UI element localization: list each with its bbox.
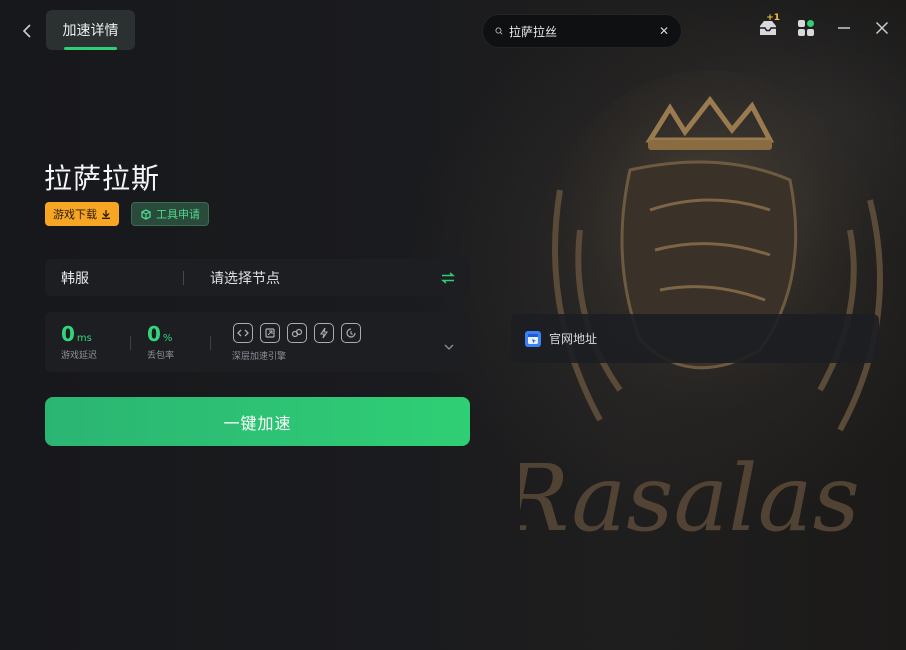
stats-panel: 0 ms 游戏延迟 0% 丢包率 深层加速引擎 — [45, 312, 470, 372]
search-box[interactable]: ✕ — [482, 14, 682, 48]
engine-label: 深层加速引擎 — [232, 352, 287, 362]
region-select[interactable]: 韩服 — [45, 268, 183, 288]
latency-value: 0 — [61, 322, 75, 346]
inbox-badge: +1 — [766, 13, 780, 23]
close-button[interactable] — [872, 18, 892, 38]
watermark-text: Rasalas — [520, 445, 860, 552]
tool-label: 工具申请 — [156, 208, 200, 221]
chevron-down-icon — [444, 344, 454, 350]
expand-button[interactable] — [444, 336, 454, 355]
link-icon[interactable] — [233, 323, 253, 343]
close-icon[interactable]: ✕ — [659, 24, 669, 38]
packet-loss-unit: % — [162, 333, 173, 344]
back-button[interactable] — [18, 20, 36, 42]
apps-button[interactable] — [796, 18, 816, 38]
tab-accel-details[interactable]: 加速详情 — [46, 10, 135, 50]
game-download-button[interactable]: 游戏下载 — [45, 202, 119, 226]
toolbox-icon — [141, 209, 151, 220]
latency-unit: ms — [76, 333, 92, 344]
official-site-label: 官网地址 — [549, 332, 598, 346]
inbox-button[interactable]: +1 — [758, 13, 780, 38]
node-select[interactable]: 请选择节点 — [184, 268, 426, 288]
official-site-link[interactable]: 官网地址 — [511, 314, 879, 363]
bolt-icon[interactable] — [314, 323, 334, 343]
chevron-left-icon — [22, 24, 31, 38]
divider — [130, 336, 131, 350]
refresh-icon[interactable] — [341, 323, 361, 343]
tab-label: 加速详情 — [62, 23, 119, 39]
window-controls: +1 — [758, 13, 892, 38]
packet-loss-stat: 0% 丢包率 — [147, 322, 174, 361]
search-input[interactable] — [508, 24, 659, 38]
download-label: 游戏下载 — [53, 208, 97, 221]
tool-apply-button[interactable]: 工具申请 — [131, 202, 209, 226]
network-icon[interactable] — [287, 323, 307, 343]
search-icon — [495, 27, 503, 35]
accelerate-button[interactable]: 一键加速 — [45, 397, 470, 446]
game-title: 拉萨拉斯 — [44, 162, 161, 195]
packet-loss-value: 0 — [147, 322, 161, 346]
download-icon — [102, 210, 110, 219]
server-selector: 韩服 请选择节点 — [45, 259, 470, 296]
apps-grid-icon — [798, 20, 814, 36]
browser-icon — [525, 330, 541, 347]
swap-button[interactable] — [426, 271, 470, 284]
screen-icon[interactable] — [260, 323, 280, 343]
packet-loss-label: 丢包率 — [147, 351, 175, 361]
swap-icon — [441, 271, 455, 284]
close-icon — [875, 21, 889, 35]
divider — [210, 336, 211, 350]
latency-stat: 0 ms 游戏延迟 — [61, 322, 97, 361]
latency-label: 游戏延迟 — [61, 351, 98, 361]
minimize-button[interactable] — [834, 18, 854, 38]
minimize-icon — [838, 27, 850, 29]
engine-icons — [233, 323, 361, 343]
